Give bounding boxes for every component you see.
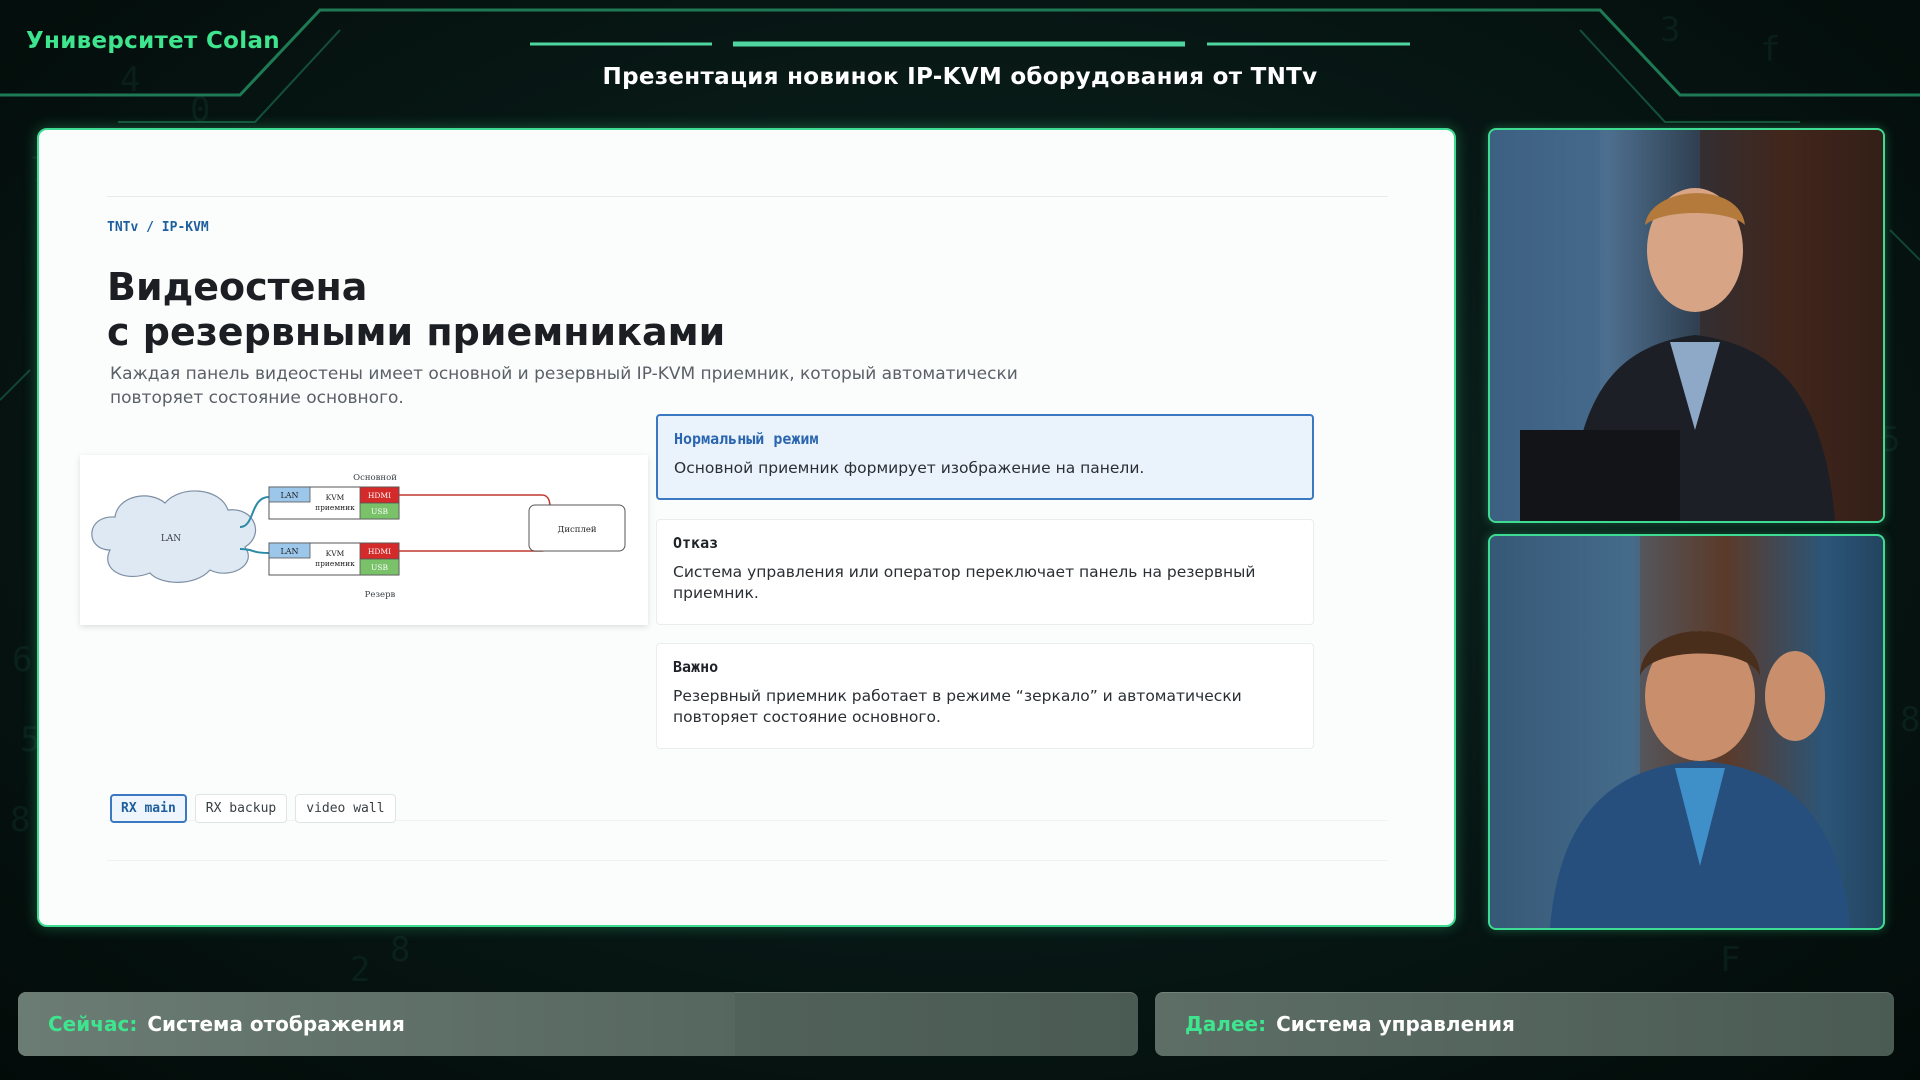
lan-port-label: LAN bbox=[280, 491, 298, 500]
now-topic: Система отображения bbox=[147, 1012, 405, 1036]
now-label: Сейчас: bbox=[48, 1012, 138, 1036]
backup-caption: Резерв bbox=[365, 590, 396, 600]
card-title: Нормальный режим bbox=[674, 430, 819, 448]
slide-divider bbox=[107, 860, 1388, 861]
main-caption: Основной bbox=[353, 473, 397, 483]
card-normal-mode[interactable]: Нормальный режим Основной приемник форми… bbox=[656, 414, 1314, 500]
hdmi-link-backup bbox=[399, 538, 551, 552]
network-diagram: LAN Основной Резерв LAN KVM приемник HDM… bbox=[80, 455, 648, 625]
card-body: Основной приемник формирует изображение … bbox=[674, 459, 1145, 477]
presentation-slide: TNTv / IP-KVM Видеостена с резервными пр… bbox=[37, 128, 1456, 927]
next-up-bar: Далее: Система управления bbox=[1155, 992, 1894, 1056]
hdmi-label: HDMI bbox=[368, 491, 391, 500]
kvm-label-1: KVM bbox=[326, 549, 345, 558]
heading-line-1: Видеостена bbox=[107, 265, 368, 309]
card-important[interactable]: Важно Резервный приемник работает в режи… bbox=[656, 643, 1314, 749]
slide-lead-text: Каждая панель видеостены имеет основной … bbox=[110, 364, 1018, 408]
chip-rx-main[interactable]: RX main bbox=[110, 794, 187, 823]
cloud-label: LAN bbox=[161, 534, 181, 544]
breadcrumb[interactable]: TNTv / IP-KVM bbox=[107, 220, 209, 235]
card-body: Система управления или оператор переключ… bbox=[673, 563, 1256, 602]
now-playing-bar: Сейчас: Система отображения bbox=[18, 992, 1138, 1056]
person-silhouette-icon bbox=[1490, 536, 1850, 928]
camera-feed-presenter-2 bbox=[1488, 534, 1885, 930]
camera-feed-presenter-1 bbox=[1488, 128, 1885, 523]
next-label: Далее: bbox=[1185, 1012, 1267, 1036]
usb-label: USB bbox=[371, 563, 388, 572]
tag-chips: RX main RX backup video wall bbox=[110, 794, 396, 823]
kvm-label-1: KVM bbox=[326, 493, 345, 502]
chip-video-wall[interactable]: video wall bbox=[295, 794, 396, 823]
backup-receiver: LAN KVM приемник HDMI USB bbox=[268, 542, 400, 576]
chip-rx-backup[interactable]: RX backup bbox=[194, 794, 288, 823]
diagram-svg: LAN Основной Резерв LAN KVM приемник HDM… bbox=[91, 473, 626, 600]
slide-heading: Видеостена с резервными приемниками bbox=[107, 265, 725, 355]
next-topic: Система управления bbox=[1276, 1012, 1515, 1036]
slide-divider bbox=[107, 196, 1388, 197]
main-receiver: LAN KVM приемник HDMI USB bbox=[268, 486, 400, 520]
kvm-label-2: приемник bbox=[315, 503, 355, 512]
card-body: Резервный приемник работает в режиме “зе… bbox=[673, 687, 1242, 726]
brand-logo-text: Университет Colan bbox=[26, 28, 280, 54]
card-title: Важно bbox=[673, 658, 719, 676]
page-title: Презентация новинок IP-KVM оборудования … bbox=[602, 64, 1318, 90]
hdmi-link-main bbox=[399, 494, 551, 508]
kvm-label-2: приемник bbox=[315, 559, 355, 568]
card-title: Отказ bbox=[673, 534, 719, 552]
display-box: Дисплей bbox=[528, 504, 626, 552]
usb-label: USB bbox=[371, 507, 388, 516]
card-failure[interactable]: Отказ Система управления или оператор пе… bbox=[656, 519, 1314, 625]
person-silhouette-icon bbox=[1490, 130, 1883, 521]
heading-line-2: с резервными приемниками bbox=[107, 310, 726, 354]
lan-cloud: LAN bbox=[91, 490, 257, 583]
display-label: Дисплей bbox=[557, 525, 596, 535]
hdmi-label: HDMI bbox=[368, 547, 391, 556]
lan-port-label: LAN bbox=[280, 547, 298, 556]
